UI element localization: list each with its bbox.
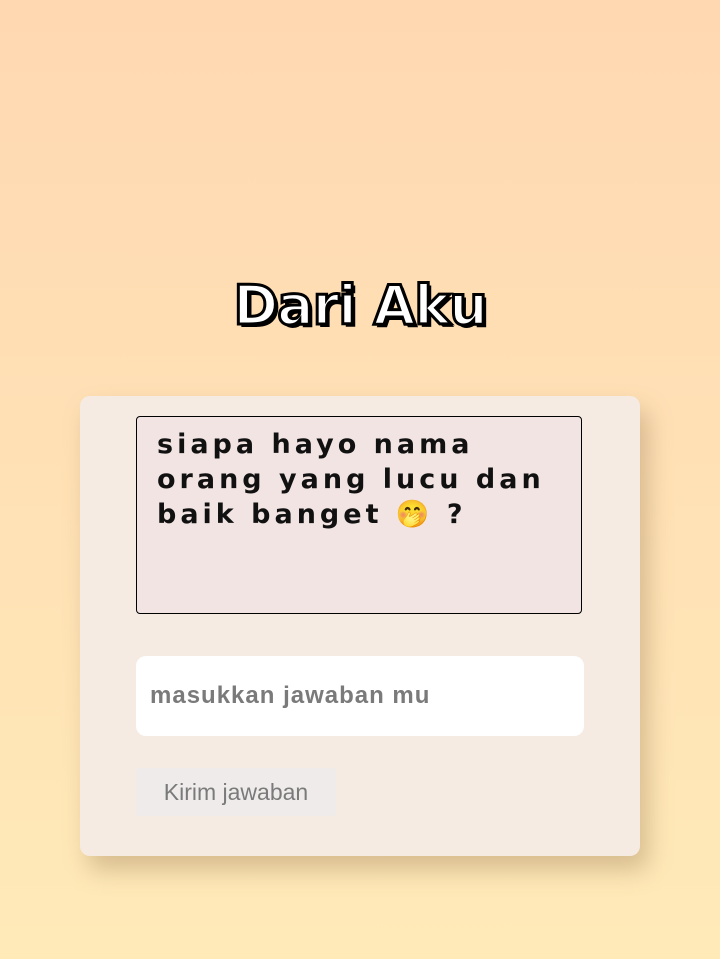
submit-answer-button[interactable]: Kirim jawaban: [136, 768, 336, 816]
answer-input[interactable]: [136, 656, 584, 736]
question-text: siapa hayo nama orang yang lucu dan baik…: [157, 429, 545, 530]
question-card: siapa hayo nama orang yang lucu dan baik…: [80, 396, 640, 856]
page-title: Dari Aku: [232, 273, 489, 339]
question-box: siapa hayo nama orang yang lucu dan baik…: [136, 416, 582, 614]
